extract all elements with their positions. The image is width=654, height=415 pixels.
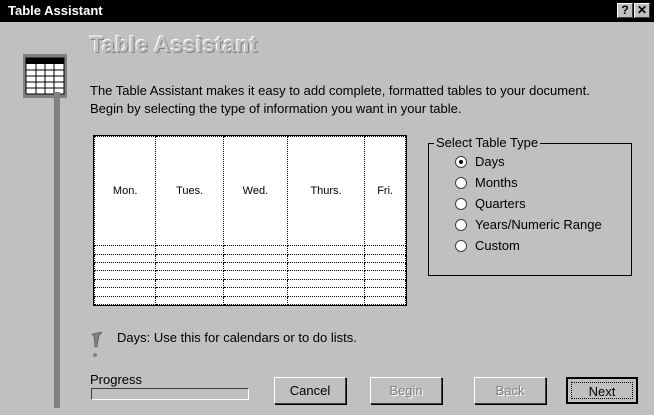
- table-assistant-dialog: Table Assistant ? ✕ Table Assistant The …: [0, 0, 654, 415]
- window-title: Table Assistant: [8, 3, 103, 18]
- radio-label-days: Days: [475, 154, 505, 169]
- radio-button[interactable]: [455, 219, 467, 231]
- table-type-group-title: Select Table Type: [434, 135, 541, 150]
- radio-label-quarters: Quarters: [475, 196, 526, 211]
- description-line-1: The Table Assistant makes it easy to add…: [90, 83, 590, 98]
- progress-bar: [91, 388, 249, 400]
- next-button-label: Next: [571, 382, 633, 399]
- cancel-button[interactable]: Cancel: [274, 377, 346, 404]
- table-preview: Mon. Tues. Wed. Thurs. Fri.: [93, 135, 407, 306]
- preview-column-header: Fri.: [364, 135, 406, 247]
- hint-text: Days: Use this for calendars or to do li…: [117, 330, 357, 345]
- title-bar[interactable]: Table Assistant ? ✕: [0, 0, 654, 22]
- help-icon: ?: [621, 3, 629, 17]
- preview-column-header: Thurs.: [286, 135, 366, 247]
- help-button[interactable]: ?: [617, 3, 633, 18]
- radio-label-months: Months: [475, 175, 518, 190]
- begin-button[interactable]: Begin: [370, 377, 442, 404]
- radio-button[interactable]: [455, 240, 467, 252]
- progress-label: Progress: [90, 372, 143, 387]
- back-button[interactable]: Back: [474, 377, 546, 404]
- preview-row: [93, 287, 406, 297]
- close-icon: ✕: [636, 3, 648, 17]
- side-bar-decoration: [54, 92, 60, 408]
- description-line-2: Begin by selecting the type of informati…: [90, 101, 462, 116]
- radio-selected-dot: [459, 160, 463, 164]
- page-heading: Table Assistant: [90, 32, 258, 57]
- preview-row: [93, 278, 406, 289]
- preview-row: [93, 270, 406, 280]
- next-button[interactable]: Next: [566, 377, 638, 404]
- preview-column-header: Mon.: [93, 135, 157, 247]
- preview-row: [93, 253, 406, 263]
- tip-icon: [91, 331, 103, 357]
- preview-row: [93, 261, 406, 272]
- radio-label-custom: Custom: [475, 238, 520, 253]
- preview-row: [93, 295, 406, 306]
- radio-label-years: Years/Numeric Range: [475, 217, 602, 232]
- preview-header-row: Mon. Tues. Wed. Thurs. Fri.: [93, 135, 406, 247]
- preview-row: [93, 245, 406, 255]
- description: The Table Assistant makes it easy to add…: [90, 82, 650, 118]
- radio-button[interactable]: [455, 156, 467, 168]
- close-button[interactable]: ✕: [634, 3, 650, 18]
- table-icon: [23, 54, 67, 98]
- radio-button[interactable]: [455, 177, 467, 189]
- radio-button[interactable]: [455, 198, 467, 210]
- preview-column-header: Wed.: [223, 135, 288, 247]
- preview-column-header: Tues.: [155, 135, 225, 247]
